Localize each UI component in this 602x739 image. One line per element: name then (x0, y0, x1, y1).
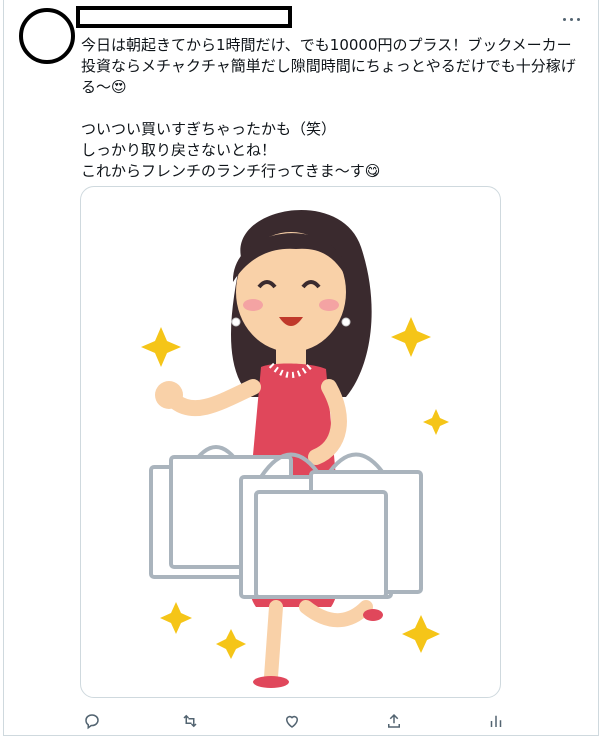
shopping-woman-illustration (141, 209, 449, 688)
more-horizontal-icon[interactable] (562, 14, 582, 24)
analytics-icon[interactable] (484, 709, 508, 733)
tweet-image[interactable] (80, 186, 501, 698)
share-icon[interactable] (382, 709, 406, 733)
redacted-username[interactable] (76, 6, 292, 28)
heart-icon[interactable] (280, 709, 304, 733)
tweet-actions (80, 709, 510, 733)
reply-icon[interactable] (80, 709, 104, 733)
retweet-icon[interactable] (178, 709, 202, 733)
tweet-text: 今日は朝起きてから1時間だけ、でも10000円のプラス！ブックメーカー投資ならメ… (81, 36, 576, 180)
avatar[interactable] (19, 8, 75, 64)
